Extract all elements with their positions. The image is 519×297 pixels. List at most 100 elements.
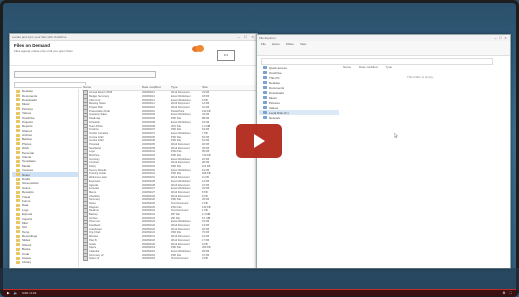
tree-item-label: Desktop [22, 89, 34, 94]
time-display: 0:00 / 2:31 [22, 291, 37, 295]
folder-icon [16, 199, 20, 203]
table-cell: PowerPoint [171, 109, 185, 113]
settings-icon[interactable]: ⚙ [502, 291, 505, 295]
maximize-icon[interactable]: □ [243, 35, 248, 39]
table-cell: 70 KB [202, 231, 210, 235]
table-cell: 1.2 MB [202, 124, 211, 128]
column-header[interactable]: Name [82, 85, 141, 90]
ribbon-tab[interactable]: File [261, 42, 266, 54]
table-cell: 47 KB [202, 253, 210, 257]
table-cell: 2018/02/22 [142, 224, 155, 228]
table-cell: 2018/02/20 [142, 242, 155, 246]
folder-icon [16, 137, 20, 141]
minimize-icon[interactable]: – [236, 35, 241, 39]
tree-item-label: Library [22, 260, 32, 265]
filter-field[interactable] [14, 82, 86, 88]
folder-icon [16, 107, 20, 111]
table-cell: 2018/03/09 [142, 117, 155, 121]
table-cell: 300 KB [202, 246, 211, 250]
table-cell: Excel Worksheet [171, 95, 191, 99]
table-cell: PDF File [171, 128, 182, 132]
folder-icon [16, 155, 20, 159]
table-cell: 9 KB [202, 98, 208, 102]
folder-icon [263, 71, 267, 74]
table-cell: 2.4 MB [202, 213, 211, 217]
table-cell: 2018/02/26 [142, 194, 155, 198]
table-cell: 2018/02/18 [142, 253, 155, 257]
table-cell: 2018/03/02 [142, 165, 155, 169]
play-control-icon[interactable]: ▶ [7, 291, 10, 295]
folder-icon [263, 111, 267, 114]
tree-item-label: Logs [22, 207, 29, 212]
table-cell: 36 KB [202, 146, 210, 150]
table-cell: 15 KB [202, 120, 210, 124]
tooltip-box: 0.1 [217, 50, 235, 61]
table-cell: Excel Worksheet [171, 179, 191, 183]
ribbon-tab[interactable]: View [300, 42, 306, 54]
table-cell: 14 KB [202, 179, 210, 183]
tree-item-label: Imports [22, 216, 33, 221]
folder-icon [263, 96, 267, 99]
table-cell: 19 KB [202, 168, 210, 172]
table-cell: 2018/02/19 [142, 246, 155, 250]
column-header[interactable]: Type [170, 85, 201, 90]
folder-icon [263, 76, 267, 79]
tree-item-label: Recordings [22, 234, 38, 239]
tree-item-label: Downloads [22, 97, 37, 102]
folder-icon [16, 164, 20, 168]
tree-item-label: Forms [22, 198, 31, 203]
table-cell: 52 KB [202, 135, 210, 139]
table-cell: 2018/02/23 [142, 220, 155, 224]
fullscreen-icon[interactable]: ⛶ [510, 291, 512, 295]
folder-icon [16, 243, 20, 247]
folder-tree: Desktop Documents Downloads Music Pictures Vi… [12, 89, 79, 267]
search-input[interactable] [14, 71, 156, 78]
window-titlebar: Locate and sync your files with OneDrive… [10, 34, 257, 41]
table-cell: 210 KB [202, 109, 211, 113]
close-icon[interactable]: × [503, 36, 508, 40]
tree-item-label: Projects [22, 119, 33, 124]
column-header[interactable]: Date modified [141, 85, 170, 90]
table-cell: 2018/02/24 [142, 209, 155, 213]
address-bar[interactable] [261, 58, 493, 65]
tree-item-label: Templates [22, 159, 36, 164]
navigation-pane: Quick access OneDrive This PC Desktop Docume… [259, 65, 339, 255]
column-header[interactable]: Date modified [359, 65, 378, 70]
table-cell: Notes v2 [82, 256, 141, 262]
tree-item[interactable]: Library [12, 260, 78, 264]
table-cell: 2018/03/11 [142, 102, 155, 106]
table-cell: Excel Worksheet [171, 249, 191, 253]
nav-item[interactable]: Network [259, 115, 339, 120]
table-cell: Word Document [171, 238, 190, 242]
folder-icon [16, 173, 20, 177]
tree-item-label: Books [22, 247, 31, 252]
close-icon[interactable]: × [250, 35, 255, 39]
table-body: Annual Report 2018 2018/03/12 Word Documen… [82, 90, 257, 262]
table-cell: 2018/03/06 [142, 139, 155, 143]
window-title: Locate and sync your files with OneDrive [12, 35, 67, 39]
play-button[interactable] [236, 124, 282, 158]
column-header[interactable]: Type [386, 65, 393, 70]
ribbon-tab[interactable]: Home [272, 42, 280, 54]
folder-icon [16, 168, 20, 172]
folder-icon [16, 98, 20, 102]
folder-icon [16, 151, 20, 155]
table-row[interactable]: Notes v2 2018/02/18 Text Document 3 KB [82, 256, 257, 262]
mouse-cursor-icon [394, 133, 398, 138]
nav-item-label: Local Disk (C:) [269, 110, 289, 115]
table-cell: Word Document [171, 102, 190, 106]
table-cell: 2018/03/02 [142, 168, 155, 172]
file-icon [83, 256, 88, 262]
ribbon-tab[interactable]: Share [286, 42, 294, 54]
column-header[interactable]: Size [201, 85, 232, 90]
column-header[interactable]: Name [343, 65, 351, 70]
table-cell: 2018/03/06 [142, 135, 155, 139]
table-cell: Word Document [171, 176, 190, 180]
table-cell: 25 KB [202, 249, 210, 253]
volume-icon[interactable]: 🔈 [14, 291, 18, 295]
table-cell: 2018/03/09 [142, 113, 155, 117]
table-cell: 2018/03/07 [142, 128, 155, 132]
table-cell: 5.1 MB [202, 216, 211, 220]
table-cell: PNG File [171, 205, 182, 209]
table-cell: PNG File [171, 150, 182, 154]
